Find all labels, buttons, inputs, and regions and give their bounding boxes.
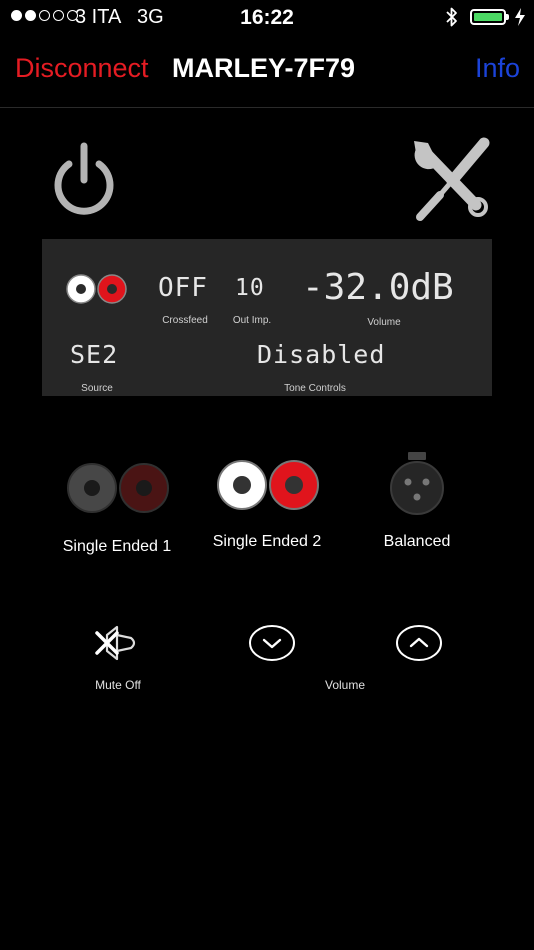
wrench-screwdriver-icon[interactable] [410, 137, 492, 223]
out-impedance-value: 10 [235, 275, 265, 301]
xlr-connector-icon [390, 452, 444, 515]
volume-controls-label: Volume [324, 678, 366, 692]
device-name-title: MARLEY-7F79 [172, 53, 356, 83]
info-button[interactable]: Info [475, 53, 520, 84]
single-ended-2-label: Single Ended 2 [212, 533, 322, 550]
power-icon[interactable] [50, 140, 118, 222]
balanced-label: Balanced [383, 533, 451, 550]
volume-down-button[interactable] [248, 624, 296, 662]
source-jack-indicator-icon [66, 274, 127, 304]
mute-label: Mute Off [95, 678, 141, 692]
status-bar: 3 ITA 3G 16:22 [0, 0, 534, 36]
status-display-panel: OFF Crossfeed 10 Out Imp. -32.0dB Volume… [42, 239, 492, 396]
out-impedance-label: Out Imp. [232, 315, 272, 326]
source-label: Source [81, 383, 113, 394]
volume-value: -32.0dB [302, 267, 454, 308]
output-single-ended-1[interactable]: Single Ended 1 [58, 458, 176, 558]
tone-controls-value: Disabled [257, 340, 386, 369]
battery-icon [470, 9, 506, 25]
battery-tip [506, 14, 509, 20]
source-value: SE2 [70, 340, 119, 369]
volume-display-label: Volume [367, 317, 401, 328]
output-single-ended-2[interactable]: Single Ended 2 [210, 455, 326, 555]
volume-up-button[interactable] [395, 624, 443, 662]
bluetooth-icon [446, 7, 457, 27]
rca-jacks-inactive-icon [67, 463, 169, 513]
nav-divider [0, 107, 534, 108]
crossfeed-value: OFF [158, 273, 208, 303]
battery-level-fill [474, 13, 502, 21]
disconnect-button[interactable]: Disconnect [15, 53, 149, 84]
mute-speaker-icon[interactable] [93, 621, 141, 665]
single-ended-1-label: Single Ended 1 [62, 538, 172, 555]
tone-controls-label: Tone Controls [284, 383, 346, 394]
output-balanced[interactable]: Balanced [370, 452, 464, 552]
rca-jacks-active-icon [217, 460, 319, 510]
crossfeed-label: Crossfeed [162, 315, 208, 326]
charging-bolt-icon [515, 8, 525, 26]
